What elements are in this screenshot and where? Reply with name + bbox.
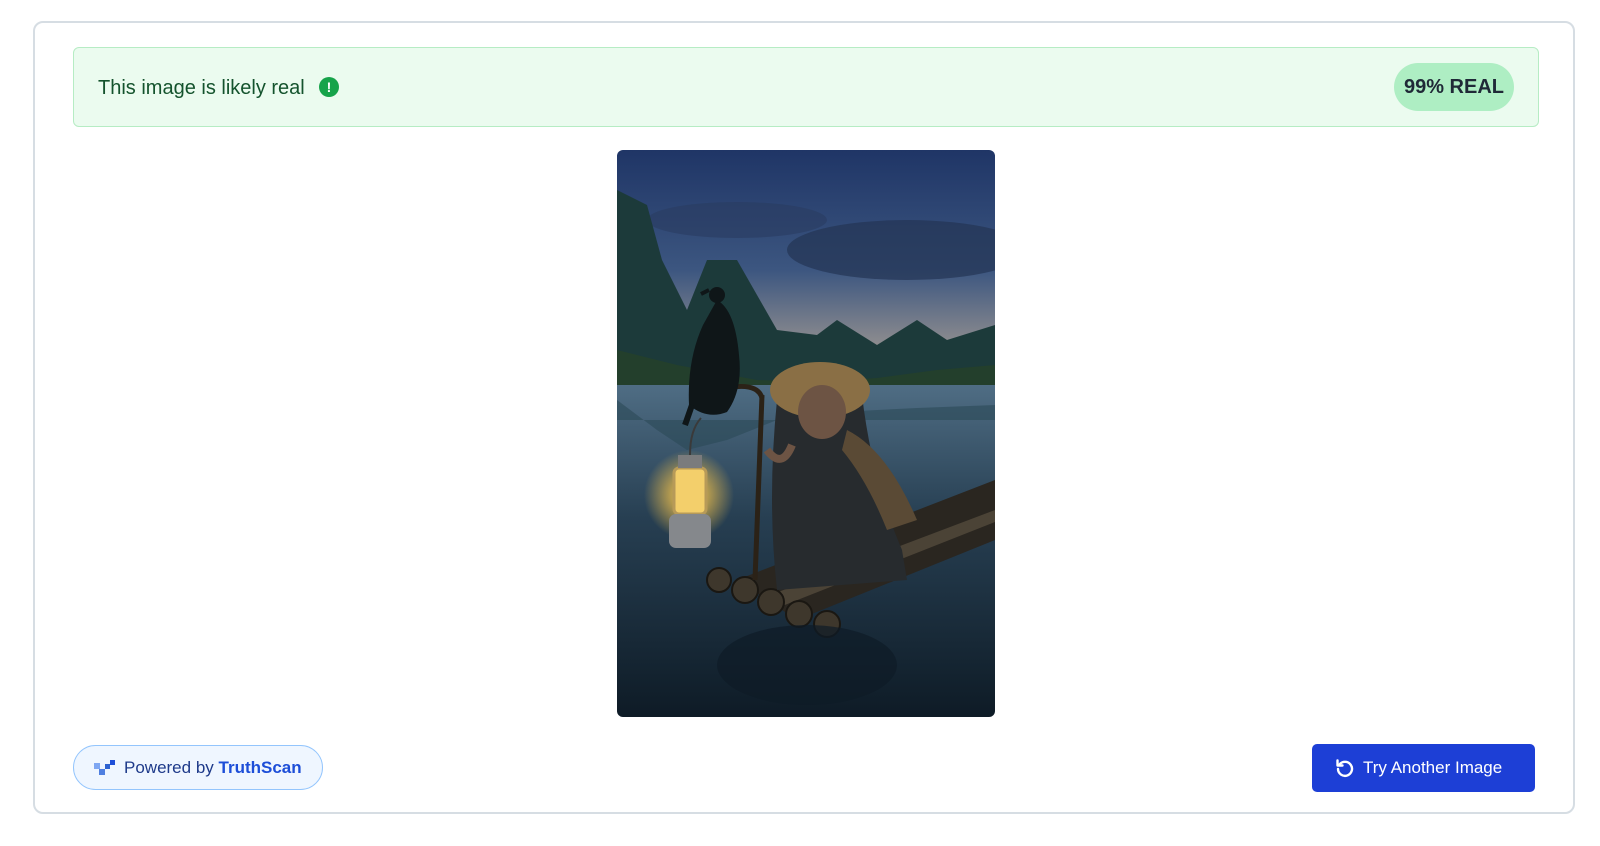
powered-by-badge[interactable]: Powered by TruthScan <box>73 745 323 790</box>
score-badge: 99% REAL <box>1393 63 1514 111</box>
try-another-image-button[interactable]: Try Another Image <box>1312 744 1535 792</box>
analyzed-image-preview <box>617 150 995 717</box>
brand-name: TruthScan <box>218 758 302 777</box>
try-another-image-label: Try Another Image <box>1363 758 1503 777</box>
powered-prefix: Powered by <box>124 758 214 777</box>
result-banner: This image is likely real ! 99% REAL <box>73 47 1539 127</box>
detection-result-card: This image is likely real ! 99% REAL Pow… <box>33 21 1575 814</box>
result-message: This image is likely real <box>98 77 305 99</box>
refresh-icon <box>1336 759 1354 778</box>
powered-by-label: Powered by TruthScan <box>124 746 302 789</box>
exclamation-circle-icon[interactable]: ! <box>319 77 339 97</box>
truthscan-logo-icon <box>94 760 115 775</box>
